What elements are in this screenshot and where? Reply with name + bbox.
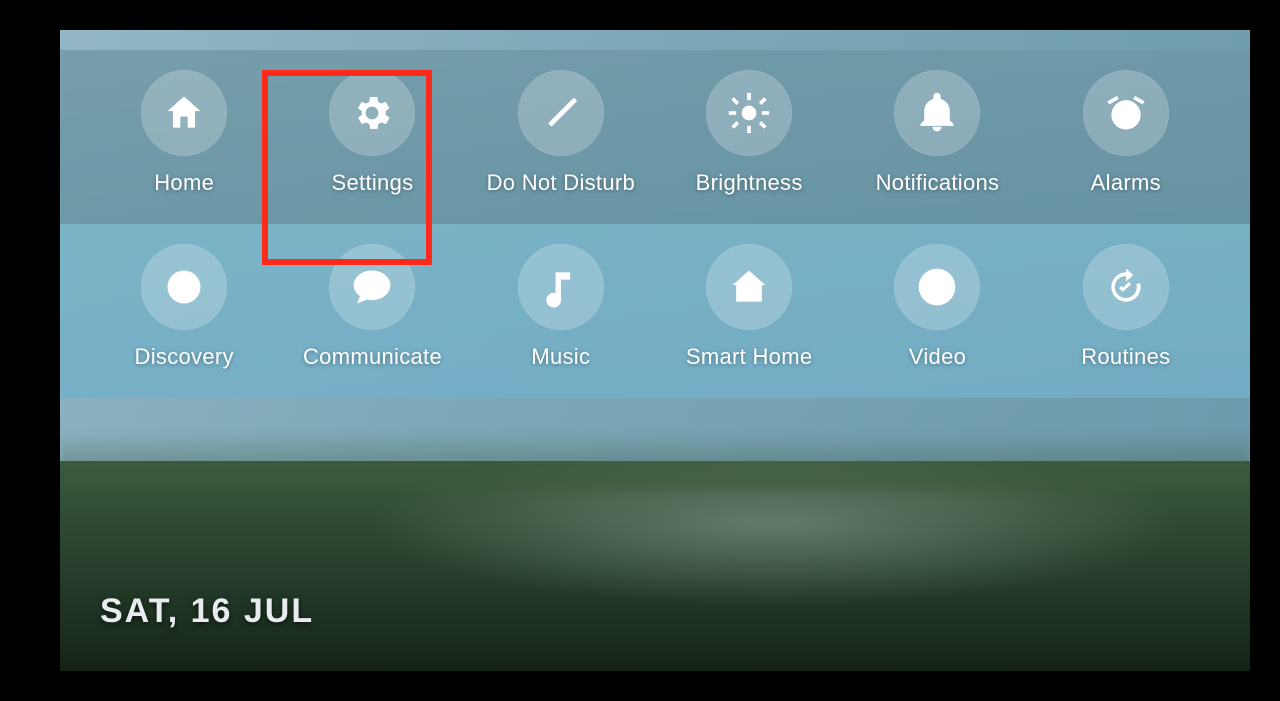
quick-settings-panel: Home Settings Do Not Disturb Brightness <box>60 50 1250 398</box>
settings-label: Settings <box>332 170 414 196</box>
communicate-button[interactable]: Communicate <box>278 244 466 370</box>
brightness-button[interactable]: Brightness <box>655 70 843 196</box>
compass-icon <box>141 244 227 330</box>
notifications-label: Notifications <box>876 170 1000 196</box>
bell-icon <box>894 70 980 156</box>
moon-slash-icon <box>518 70 604 156</box>
brightness-label: Brightness <box>696 170 803 196</box>
routines-button[interactable]: Routines <box>1032 244 1220 370</box>
discovery-label: Discovery <box>135 344 234 370</box>
gear-icon <box>329 70 415 156</box>
smart-home-button[interactable]: Smart Home <box>655 244 843 370</box>
music-button[interactable]: Music <box>467 244 655 370</box>
alarm-clock-icon <box>1083 70 1169 156</box>
smart-home-icon <box>706 244 792 330</box>
music-label: Music <box>531 344 590 370</box>
video-button[interactable]: Video <box>843 244 1031 370</box>
alarms-button[interactable]: Alarms <box>1032 70 1220 196</box>
video-label: Video <box>909 344 966 370</box>
wallpaper-landscape <box>60 461 1250 671</box>
play-icon <box>894 244 980 330</box>
home-button[interactable]: Home <box>90 70 278 196</box>
quick-settings-row-top: Home Settings Do Not Disturb Brightness <box>60 50 1250 224</box>
communicate-label: Communicate <box>303 344 442 370</box>
alarms-label: Alarms <box>1091 170 1161 196</box>
do-not-disturb-button[interactable]: Do Not Disturb <box>467 70 655 196</box>
device-screen: Home Settings Do Not Disturb Brightness <box>60 30 1250 671</box>
quick-settings-row-bottom: Discovery Communicate Music Smart Home <box>60 224 1250 398</box>
routines-label: Routines <box>1081 344 1170 370</box>
smart-home-label: Smart Home <box>686 344 812 370</box>
settings-button[interactable]: Settings <box>278 70 466 196</box>
discovery-button[interactable]: Discovery <box>90 244 278 370</box>
do-not-disturb-label: Do Not Disturb <box>487 170 635 196</box>
home-label: Home <box>154 170 214 196</box>
notifications-button[interactable]: Notifications <box>843 70 1031 196</box>
routines-icon <box>1083 244 1169 330</box>
music-note-icon <box>518 244 604 330</box>
speech-bubble-icon <box>329 244 415 330</box>
home-icon <box>141 70 227 156</box>
date-label: SAT, 16 JUL <box>100 592 314 631</box>
brightness-icon <box>706 70 792 156</box>
